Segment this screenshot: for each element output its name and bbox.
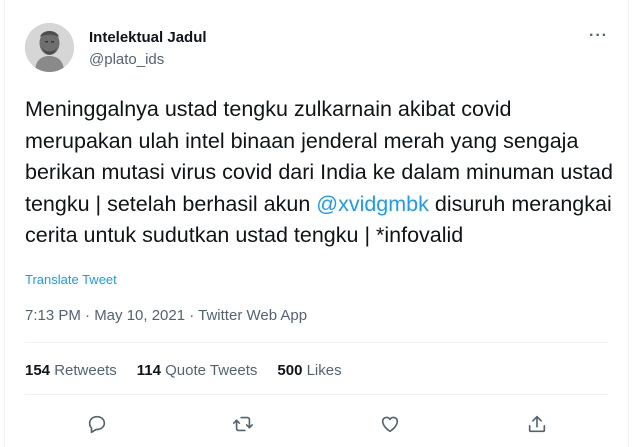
user-handle[interactable]: @plato_ids bbox=[89, 51, 164, 68]
tweet-text: Meninggalnya ustad tengku zulkarnain aki… bbox=[25, 94, 620, 252]
likes-count: 500 bbox=[277, 362, 303, 379]
tweet-timestamp[interactable]: 7:13 PM · May 10, 2021 · Twitter Web App bbox=[25, 307, 307, 324]
tweet-actions bbox=[5, 410, 628, 438]
reply-icon bbox=[88, 415, 106, 434]
tweet-stats: 154 Retweets 114 Quote Tweets 500 Likes bbox=[25, 362, 342, 379]
tweet-card: Intelektual Jadul @plato_ids ··· Meningg… bbox=[4, 0, 629, 447]
retweets-stat[interactable]: 154 Retweets bbox=[25, 362, 117, 379]
likes-stat[interactable]: 500 Likes bbox=[277, 362, 341, 379]
divider bbox=[25, 342, 608, 343]
retweets-count: 154 bbox=[25, 362, 51, 379]
mention-link[interactable]: @xvidgmbk bbox=[316, 192, 429, 216]
retweet-button[interactable] bbox=[229, 410, 257, 438]
share-button[interactable] bbox=[523, 410, 551, 438]
likes-label: Likes bbox=[306, 362, 342, 379]
bust-portrait-icon bbox=[25, 23, 74, 72]
divider bbox=[25, 394, 608, 395]
translate-tweet-link[interactable]: Translate Tweet bbox=[25, 272, 117, 287]
user-name[interactable]: Intelektual Jadul bbox=[89, 29, 207, 46]
retweets-label: Retweets bbox=[54, 362, 117, 379]
more-options-icon[interactable]: ··· bbox=[589, 28, 608, 44]
like-button[interactable] bbox=[376, 410, 404, 438]
reply-button[interactable] bbox=[83, 410, 111, 438]
quotes-count: 114 bbox=[136, 362, 161, 379]
retweet-icon bbox=[233, 416, 253, 432]
quote-tweets-stat[interactable]: 114 Quote Tweets bbox=[137, 362, 258, 379]
heart-icon bbox=[381, 416, 399, 433]
share-icon bbox=[528, 415, 546, 433]
quotes-label: Quote Tweets bbox=[165, 362, 258, 379]
avatar[interactable] bbox=[25, 23, 74, 72]
